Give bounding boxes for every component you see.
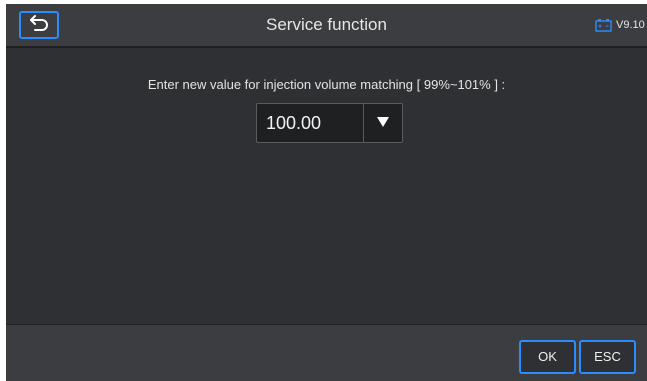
back-button[interactable] <box>19 11 59 39</box>
bottom-bar: OK ESC <box>6 324 647 381</box>
battery-icon <box>595 18 612 32</box>
top-bar: Service function V9.10 <box>6 4 647 48</box>
back-arrow-icon <box>28 14 50 37</box>
value-prompt: Enter new value for injection volume mat… <box>147 77 506 92</box>
ok-button[interactable]: OK <box>519 340 576 374</box>
app-screen: Service function V9.10 Enter new value f… <box>6 4 647 381</box>
dropdown-button[interactable] <box>363 104 402 142</box>
value-field[interactable]: 100.00 <box>257 104 363 142</box>
triangle-down-icon <box>377 114 389 132</box>
version-label: V9.10 <box>616 19 645 31</box>
main-content: Enter new value for injection volume mat… <box>6 50 647 324</box>
page-title: Service function <box>266 15 387 34</box>
esc-button[interactable]: ESC <box>579 340 636 374</box>
value-selector[interactable]: 100.00 <box>256 103 403 143</box>
version-indicator: V9.10 <box>595 17 645 33</box>
